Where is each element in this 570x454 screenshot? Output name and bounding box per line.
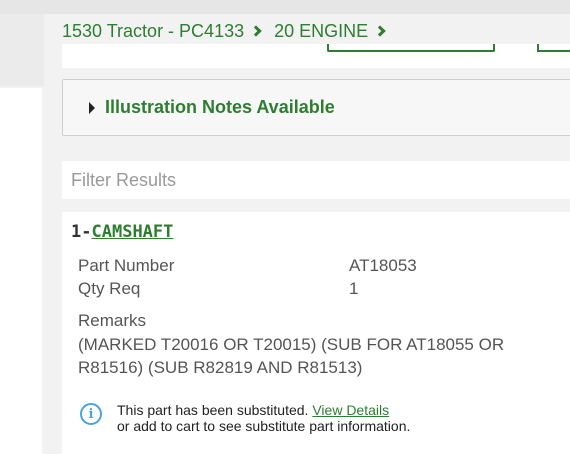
toolbar-button[interactable] bbox=[537, 44, 570, 52]
illustration-notes-toggle[interactable]: Illustration Notes Available bbox=[62, 79, 570, 136]
breadcrumb: 1530 Tractor - PC4133 20 ENGINE bbox=[62, 18, 398, 44]
part-card: 1-CAMSHAFT Part Number AT18053 Qty Req 1… bbox=[62, 212, 570, 454]
filter-results-input[interactable] bbox=[62, 161, 570, 199]
chevron-right-icon bbox=[374, 25, 386, 37]
left-panel-header bbox=[0, 14, 44, 86]
substitution-text: This part has been substituted. bbox=[117, 402, 309, 418]
part-title-separator: - bbox=[81, 222, 92, 242]
chevron-right-icon bbox=[250, 25, 262, 37]
part-name-link[interactable]: CAMSHAFT bbox=[92, 222, 174, 242]
info-circle-icon: i bbox=[80, 403, 102, 425]
part-title: 1-CAMSHAFT bbox=[71, 222, 173, 242]
left-panel-content bbox=[0, 88, 42, 454]
part-number-label: Part Number bbox=[78, 256, 175, 275]
top-bar bbox=[0, 0, 570, 14]
breadcrumb-item-section[interactable]: 20 ENGINE bbox=[274, 21, 368, 42]
remarks-label: Remarks bbox=[78, 311, 147, 330]
qty-label: Qty Req bbox=[78, 279, 141, 298]
caret-right-icon bbox=[89, 101, 95, 114]
substitution-note: This part has been substituted. View Det… bbox=[117, 402, 437, 434]
view-details-link[interactable]: View Details bbox=[312, 402, 389, 418]
remarks-text: (MARKED T20016 OR T20015) (SUB FOR AT180… bbox=[78, 335, 505, 377]
part-index: 1 bbox=[71, 222, 82, 242]
part-number-value: AT18053 bbox=[349, 256, 417, 275]
toolbar-button[interactable] bbox=[327, 44, 495, 52]
qty-value: 1 bbox=[349, 279, 359, 298]
substitution-text-2: or add to cart to see substitute part in… bbox=[117, 418, 411, 434]
illustration-notes-label: Illustration Notes Available bbox=[105, 97, 335, 117]
breadcrumb-item-model[interactable]: 1530 Tractor - PC4133 bbox=[62, 21, 244, 42]
